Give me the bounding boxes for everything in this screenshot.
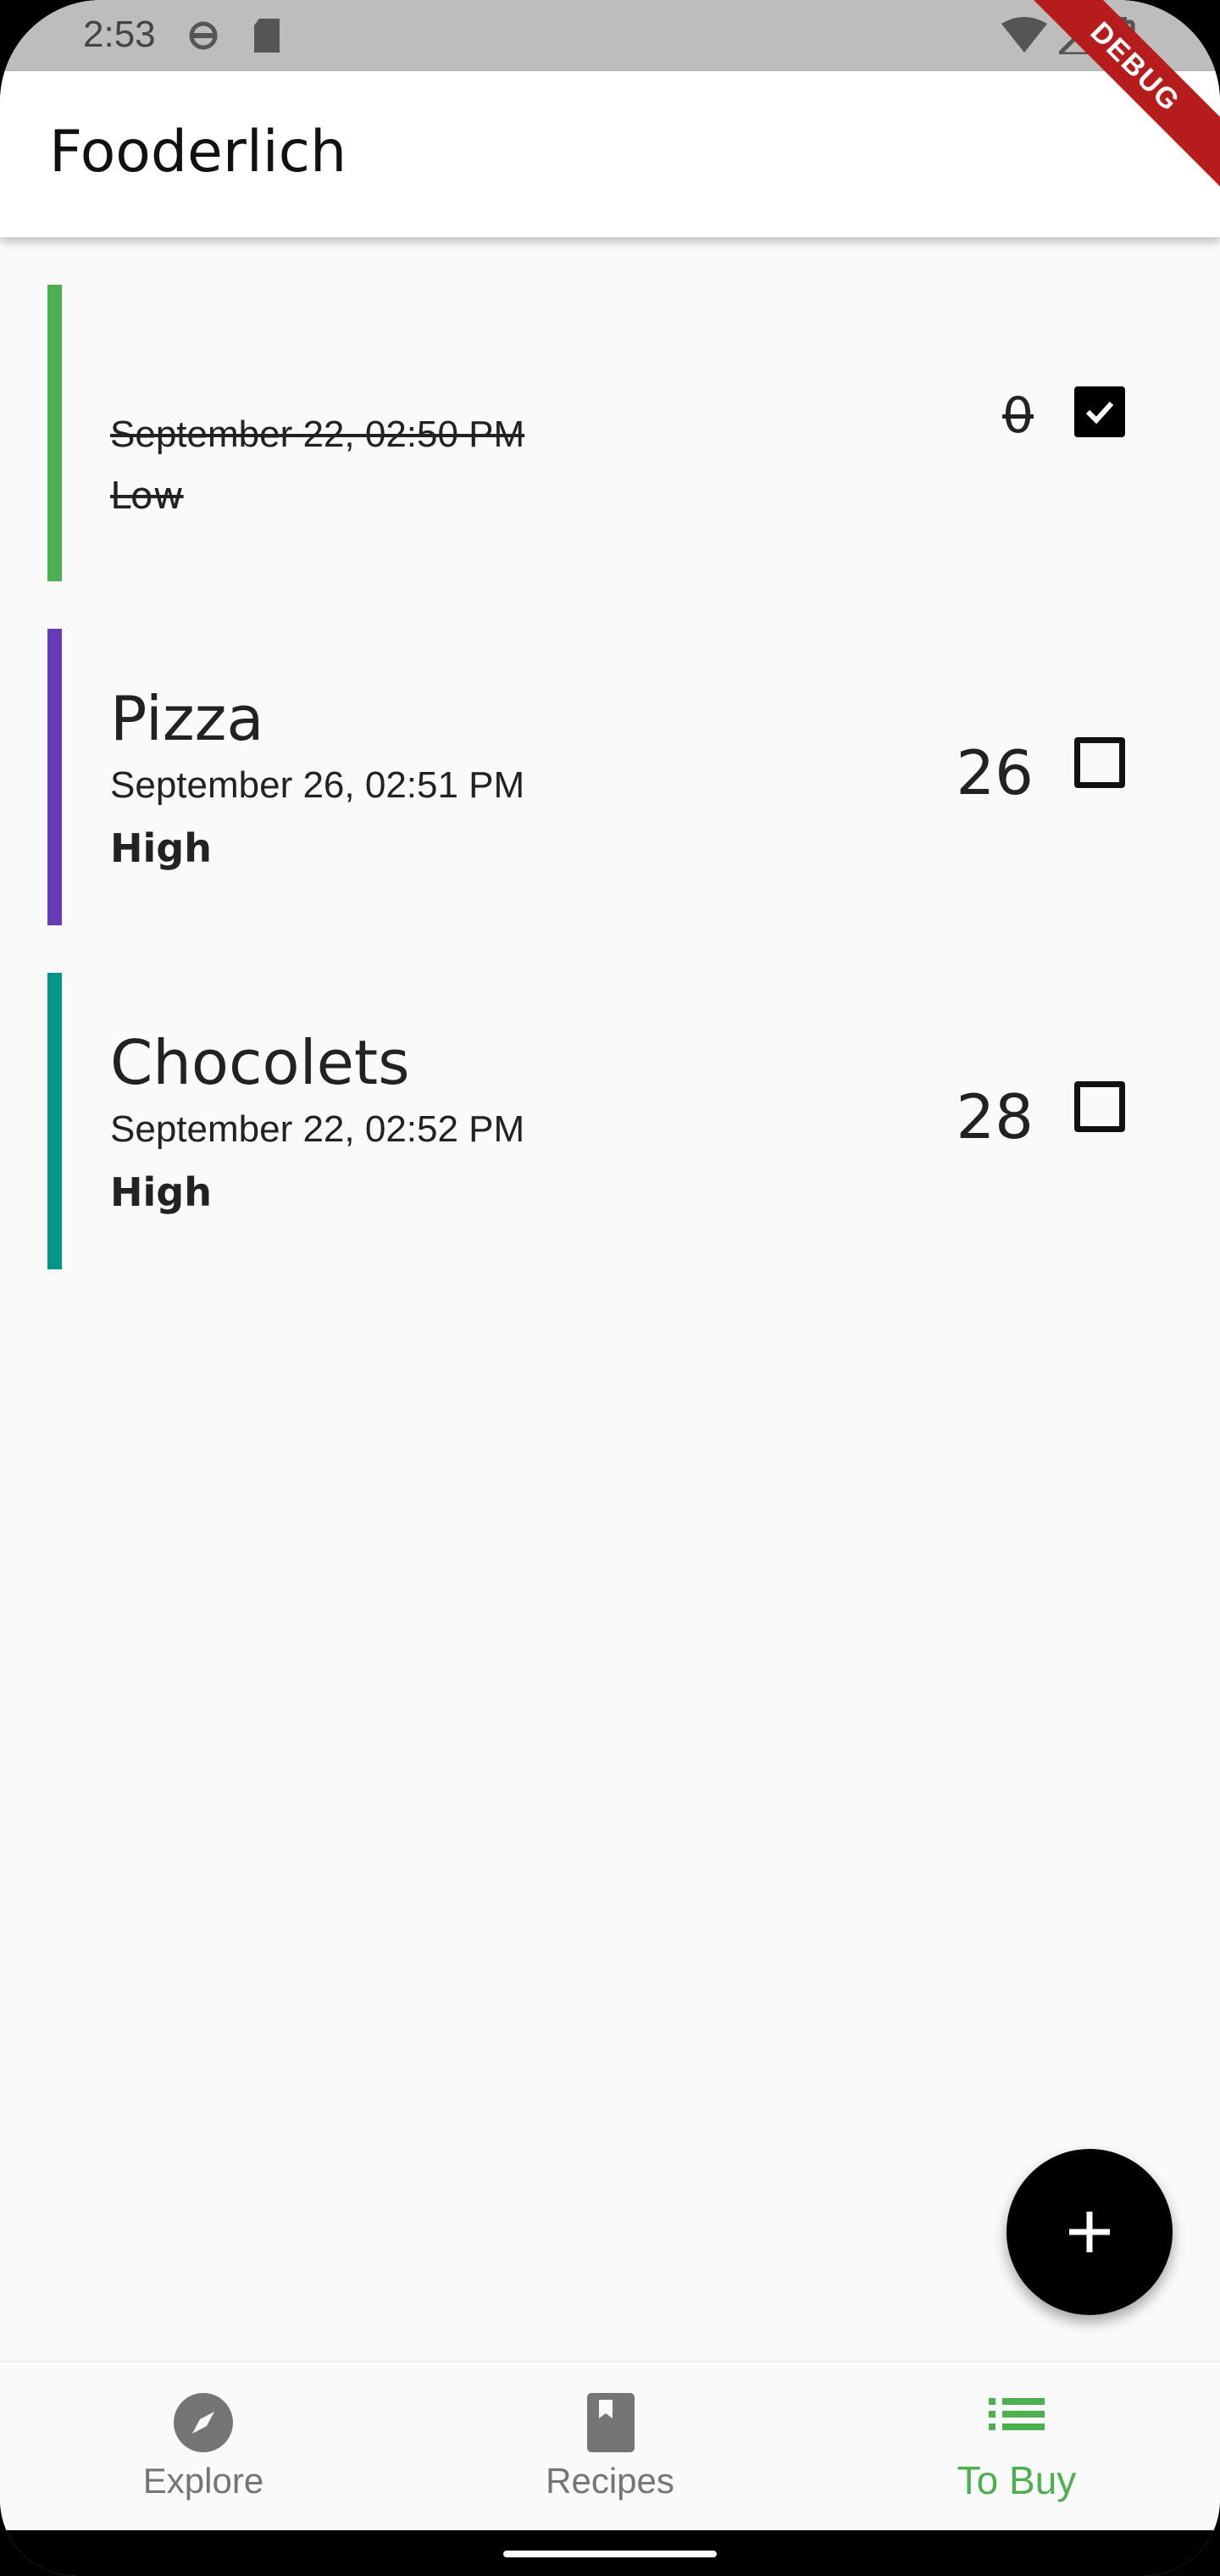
item-name: Pizza bbox=[110, 683, 264, 754]
item-name: Chocolets bbox=[110, 1027, 410, 1098]
app-title: Fooderlich bbox=[49, 119, 347, 186]
item-date: September 22, 02:52 PM bbox=[110, 1108, 525, 1150]
item-quantity: 28 bbox=[956, 1081, 1034, 1152]
book-icon bbox=[580, 2393, 640, 2456]
add-icon bbox=[1069, 2212, 1110, 2252]
item-date: September 26, 02:51 PM bbox=[110, 764, 525, 806]
item-color-bar bbox=[47, 973, 62, 1269]
item-color-bar bbox=[47, 629, 62, 925]
phone-screen: 2:53 Fooderlich DEBUG September 22, 02:5… bbox=[0, 0, 1220, 2576]
nav-label: To Buy bbox=[957, 2458, 1077, 2502]
nav-label: Explore bbox=[142, 2461, 264, 2501]
check-icon bbox=[1085, 401, 1114, 425]
nav-label: Recipes bbox=[546, 2461, 674, 2501]
item-date: September 22, 02:50 PM bbox=[110, 414, 525, 455]
item-importance: High bbox=[110, 825, 212, 871]
item-color-bar bbox=[47, 285, 62, 581]
compass-icon bbox=[174, 2393, 233, 2456]
item-quantity: 0 bbox=[1002, 386, 1034, 444]
add-item-button[interactable] bbox=[1006, 2149, 1173, 2315]
item-checkbox[interactable] bbox=[1074, 737, 1125, 788]
item-checkbox[interactable] bbox=[1074, 386, 1125, 437]
item-quantity: 26 bbox=[956, 737, 1034, 808]
list-icon bbox=[987, 2393, 1046, 2439]
nav-explore[interactable]: Explore bbox=[0, 2362, 407, 2532]
home-indicator[interactable] bbox=[503, 2551, 717, 2557]
sd-card-icon bbox=[251, 17, 283, 58]
status-time: 2:53 bbox=[83, 14, 156, 55]
nav-recipes[interactable]: Recipes bbox=[407, 2362, 813, 2532]
sync-icon bbox=[186, 17, 220, 58]
grocery-item[interactable]: September 22, 02:50 PM Low 0 bbox=[47, 285, 1174, 581]
nav-to-buy[interactable]: To Buy bbox=[813, 2362, 1220, 2532]
grocery-item[interactable]: Pizza September 26, 02:51 PM High 26 bbox=[47, 629, 1174, 925]
wifi-icon bbox=[1001, 17, 1047, 58]
bottom-navigation: Explore Recipes To Buy bbox=[0, 2361, 1220, 2532]
app-bar: Fooderlich bbox=[0, 71, 1220, 237]
item-importance: High bbox=[110, 1169, 212, 1215]
item-importance: Low bbox=[110, 475, 184, 518]
status-bar: 2:53 bbox=[0, 0, 1220, 71]
grocery-item[interactable]: Chocolets September 22, 02:52 PM High 28 bbox=[47, 973, 1174, 1269]
item-checkbox[interactable] bbox=[1074, 1081, 1125, 1132]
